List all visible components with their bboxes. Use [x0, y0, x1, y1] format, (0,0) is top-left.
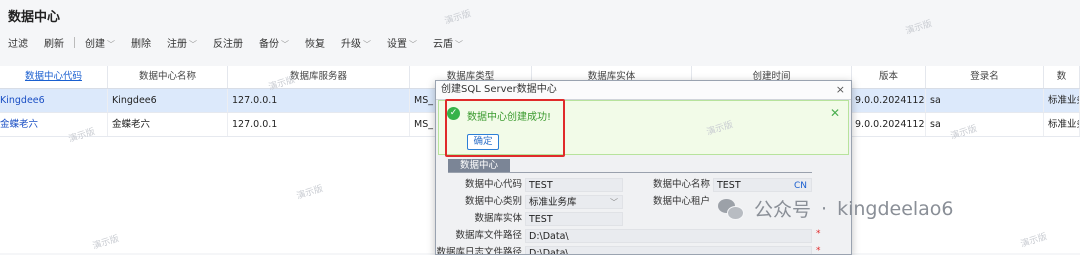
column-header-login[interactable]: 登录名 — [926, 66, 1044, 88]
settings-label: 设置 — [387, 38, 407, 50]
chevron-down-icon: ﹀ — [107, 39, 115, 49]
path-field[interactable]: D:\Data\ — [525, 229, 812, 243]
watermark: 演示版 — [443, 8, 473, 27]
chevron-down-icon: ﹀ — [455, 39, 463, 49]
wechat-brand: 公众号 — [754, 199, 812, 221]
toolbar: 过滤 刷新 创建 ﹀ 删除 注册 ﹀ 反注册 备份 ﹀ 恢复 升级 ﹀ 设置 ﹀ 云盾 ﹀ — [0, 31, 1080, 53]
create-sql-server-dialog: 创建SQL Server数据中心 × ✓ 数据中心创建成功! ✕ 确定 演示版 … — [435, 80, 852, 255]
required-marker: * — [816, 229, 821, 239]
log-path-label: 数据库日志文件路径 — [436, 247, 522, 255]
wechat-watermark: 公众号 · kingdeelao6 — [718, 195, 954, 222]
column-header-version[interactable]: 版本 — [852, 66, 926, 88]
name-label: 数据中心名称 — [652, 179, 710, 190]
cell-version: 9.0.0.20241121 — [852, 113, 926, 136]
settings-menu[interactable]: 设置 ﹀ — [379, 35, 425, 50]
column-header-server[interactable]: 数据库服务器 — [228, 66, 410, 88]
unregister-label: 反注册 — [213, 38, 243, 50]
type-select-value: 标准业务库 — [529, 197, 577, 208]
wechat-separator: · — [821, 197, 828, 220]
dialog-titlebar[interactable]: 创建SQL Server数据中心 × — [436, 81, 851, 100]
cloud-shield-label: 云盾 — [433, 38, 453, 50]
name-field-value: TEST — [717, 180, 741, 191]
cell-name: Kingdee6 — [108, 89, 228, 112]
type-select[interactable]: 标准业务库 ﹀ — [525, 195, 623, 209]
success-notification: ✓ 数据中心创建成功! ✕ 确定 — [438, 100, 849, 155]
chevron-down-icon: ﹀ — [189, 39, 197, 49]
cell-version: 9.0.0.20241121 — [852, 89, 926, 112]
create-menu[interactable]: 创建 ﹀ — [77, 35, 123, 50]
code-field[interactable]: TEST — [525, 178, 623, 192]
chevron-down-icon: ﹀ — [409, 39, 417, 49]
filter-button[interactable]: 过滤 — [0, 35, 36, 50]
column-header-more[interactable]: 数 — [1044, 66, 1080, 88]
create-label: 创建 — [85, 38, 105, 50]
restore-button[interactable]: 恢复 — [297, 35, 333, 50]
backup-label: 备份 — [259, 38, 279, 50]
wechat-account: kingdeelao6 — [837, 197, 954, 220]
cell-code: 金蝶老六 — [0, 113, 108, 136]
register-menu[interactable]: 注册 ﹀ — [159, 35, 205, 50]
cell-category: 标准业务 — [1044, 113, 1080, 136]
cell-code: Kingdee6 — [0, 89, 108, 112]
cell-name: 金蝶老六 — [108, 113, 228, 136]
cell-login: sa — [926, 113, 1044, 136]
upgrade-menu[interactable]: 升级 ﹀ — [333, 35, 379, 50]
cell-category: 标准业务 — [1044, 89, 1080, 112]
path-label: 数据库文件路径 — [455, 230, 522, 241]
tab-divider — [448, 172, 812, 173]
language-badge[interactable]: CN — [794, 179, 807, 191]
name-field[interactable]: TEST CN — [713, 178, 812, 192]
column-header-code[interactable]: 数据中心代码 — [0, 66, 108, 88]
type-label: 数据中心类别 — [464, 196, 522, 207]
close-icon[interactable]: ✕ — [830, 106, 840, 120]
unregister-button[interactable]: 反注册 — [205, 35, 251, 50]
delete-button[interactable]: 删除 — [123, 35, 159, 50]
close-icon[interactable]: × — [836, 81, 845, 99]
log-path-field[interactable]: D:\Data\ — [525, 246, 812, 254]
wechat-icon — [718, 198, 744, 220]
dialog-title: 创建SQL Server数据中心 — [441, 84, 557, 95]
column-header-name[interactable]: 数据中心名称 — [108, 66, 228, 88]
delete-label: 删除 — [131, 38, 151, 50]
filter-label: 过滤 — [8, 38, 28, 50]
check-circle-icon: ✓ — [447, 107, 460, 120]
restore-label: 恢复 — [305, 38, 325, 50]
required-marker: * — [816, 246, 821, 255]
cell-server: 127.0.0.1 — [228, 113, 410, 136]
toolbar-divider — [74, 36, 75, 48]
tab-data-center[interactable]: 数据中心 — [448, 159, 511, 173]
backup-menu[interactable]: 备份 ﹀ — [251, 35, 297, 50]
confirm-button[interactable]: 确定 — [467, 134, 499, 150]
cell-server: 127.0.0.1 — [228, 89, 410, 112]
cell-login: sa — [926, 89, 1044, 112]
upgrade-label: 升级 — [341, 38, 361, 50]
entity-field[interactable]: TEST — [525, 212, 623, 226]
cloud-shield-menu[interactable]: 云盾 ﹀ — [425, 35, 471, 50]
success-message: 数据中心创建成功! — [467, 112, 552, 123]
entity-label: 数据库实体 — [474, 213, 522, 224]
page-title: 数据中心 — [8, 10, 61, 25]
chevron-down-icon: ﹀ — [281, 39, 289, 49]
register-label: 注册 — [167, 38, 187, 50]
refresh-button[interactable]: 刷新 — [36, 35, 72, 50]
tenant-label: 数据中心租户 — [652, 196, 710, 207]
chevron-down-icon: ﹀ — [610, 198, 618, 207]
chevron-down-icon: ﹀ — [363, 39, 371, 49]
refresh-label: 刷新 — [44, 38, 64, 50]
code-label: 数据中心代码 — [464, 179, 522, 190]
